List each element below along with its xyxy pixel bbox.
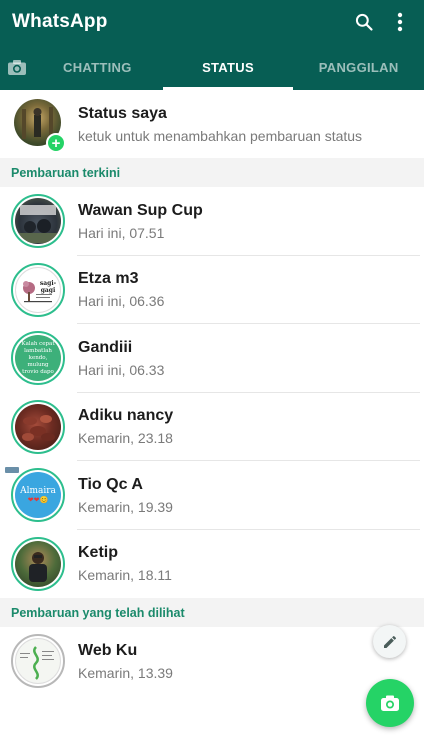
status-time: Kemarin, 13.39 bbox=[78, 664, 173, 681]
status-time: Hari ini, 06.36 bbox=[78, 293, 165, 310]
status-ring bbox=[11, 634, 65, 689]
section-header-viewed: Pembaruan yang telah dilihat bbox=[0, 598, 424, 627]
app-bar: WhatsApp CHATTING STATUS PANGGILAN bbox=[0, 0, 424, 90]
status-thumbnail: Almaira ❤❤😊 bbox=[15, 472, 61, 519]
status-ring: Kalah cepat lambatlah kendo, mulung trov… bbox=[11, 331, 65, 386]
gandiii-quote-text: Kalah cepat lambatlah kendo, mulung trov… bbox=[21, 340, 55, 375]
contact-name: Wawan Sup Cup bbox=[78, 201, 203, 219]
my-status-subtitle: ketuk untuk menambahkan pembaruan status bbox=[78, 127, 363, 144]
list-item[interactable]: Ketip Kemarin, 18.11 bbox=[0, 530, 424, 599]
more-vert-icon[interactable] bbox=[388, 10, 412, 34]
tab-panggilan[interactable]: PANGGILAN bbox=[293, 44, 424, 90]
section-header-recent: Pembaruan terkini bbox=[0, 158, 424, 187]
search-icon[interactable] bbox=[352, 10, 376, 34]
status-ring bbox=[11, 536, 65, 591]
status-time: Kemarin, 23.18 bbox=[78, 430, 173, 447]
status-thumbnail: sagi-gagi bbox=[15, 266, 61, 313]
status-thumbnail bbox=[15, 403, 61, 450]
contact-name: Ketip bbox=[78, 544, 118, 562]
list-item[interactable]: sagi-gagi Etza m3 Hari ini, 06.36 bbox=[0, 256, 424, 324]
contact-name: Adiku nancy bbox=[78, 407, 174, 425]
recent-updates-list: Wawan Sup Cup Hari ini, 07.51 sagi-gagi … bbox=[0, 187, 424, 598]
tio-name-text: Almaira bbox=[20, 486, 56, 497]
app-bar-top: WhatsApp bbox=[0, 0, 424, 44]
camera-icon bbox=[380, 694, 400, 712]
status-thumbnail bbox=[15, 540, 61, 587]
side-handle bbox=[5, 467, 19, 473]
app-title: WhatsApp bbox=[12, 11, 108, 32]
status-ring: Almaira ❤❤😊 bbox=[11, 468, 65, 523]
contact-name: Tio Qc A bbox=[78, 475, 143, 493]
tab-chatting[interactable]: CHATTING bbox=[32, 44, 163, 90]
status-thumbnail bbox=[15, 638, 61, 685]
status-time: Hari ini, 07.51 bbox=[78, 224, 165, 241]
status-thumbnail: Kalah cepat lambatlah kendo, mulung trov… bbox=[15, 335, 61, 382]
status-time: Kemarin, 18.11 bbox=[78, 567, 172, 584]
status-time: Hari ini, 06.33 bbox=[78, 361, 165, 378]
list-item[interactable]: Adiku nancy Kemarin, 23.18 bbox=[0, 393, 424, 461]
status-thumbnail bbox=[15, 198, 61, 245]
tio-emoji-text: ❤❤😊 bbox=[27, 496, 49, 505]
camera-icon[interactable] bbox=[2, 44, 32, 90]
viewed-updates-list: Web Ku Kemarin, 13.39 bbox=[0, 627, 424, 696]
text-status-button[interactable] bbox=[373, 625, 406, 658]
list-item[interactable]: Wawan Sup Cup Hari ini, 07.51 bbox=[0, 187, 424, 256]
status-ring: sagi-gagi bbox=[11, 262, 65, 317]
tab-bar: CHATTING STATUS PANGGILAN bbox=[0, 44, 424, 90]
list-item[interactable]: Kalah cepat lambatlah kendo, mulung trov… bbox=[0, 324, 424, 393]
camera-status-button[interactable] bbox=[366, 679, 414, 727]
list-item[interactable]: Almaira ❤❤😊 Tio Qc A Kemarin, 19.39 bbox=[0, 461, 424, 530]
add-icon[interactable]: + bbox=[46, 133, 66, 153]
pencil-icon bbox=[382, 634, 398, 650]
my-status-row[interactable]: + Status saya ketuk untuk menambahkan pe… bbox=[0, 90, 424, 158]
tab-status[interactable]: STATUS bbox=[162, 44, 294, 90]
status-time: Kemarin, 19.39 bbox=[78, 498, 173, 515]
status-ring bbox=[11, 194, 65, 249]
contact-name: Etza m3 bbox=[78, 270, 139, 288]
my-avatar: + bbox=[12, 99, 66, 153]
my-status-title: Status saya bbox=[78, 104, 167, 122]
contact-name: Gandiii bbox=[78, 338, 133, 356]
status-ring bbox=[11, 399, 65, 454]
etza-logo-text: sagi-gagi bbox=[39, 279, 57, 294]
list-item[interactable]: Web Ku Kemarin, 13.39 bbox=[0, 627, 424, 696]
